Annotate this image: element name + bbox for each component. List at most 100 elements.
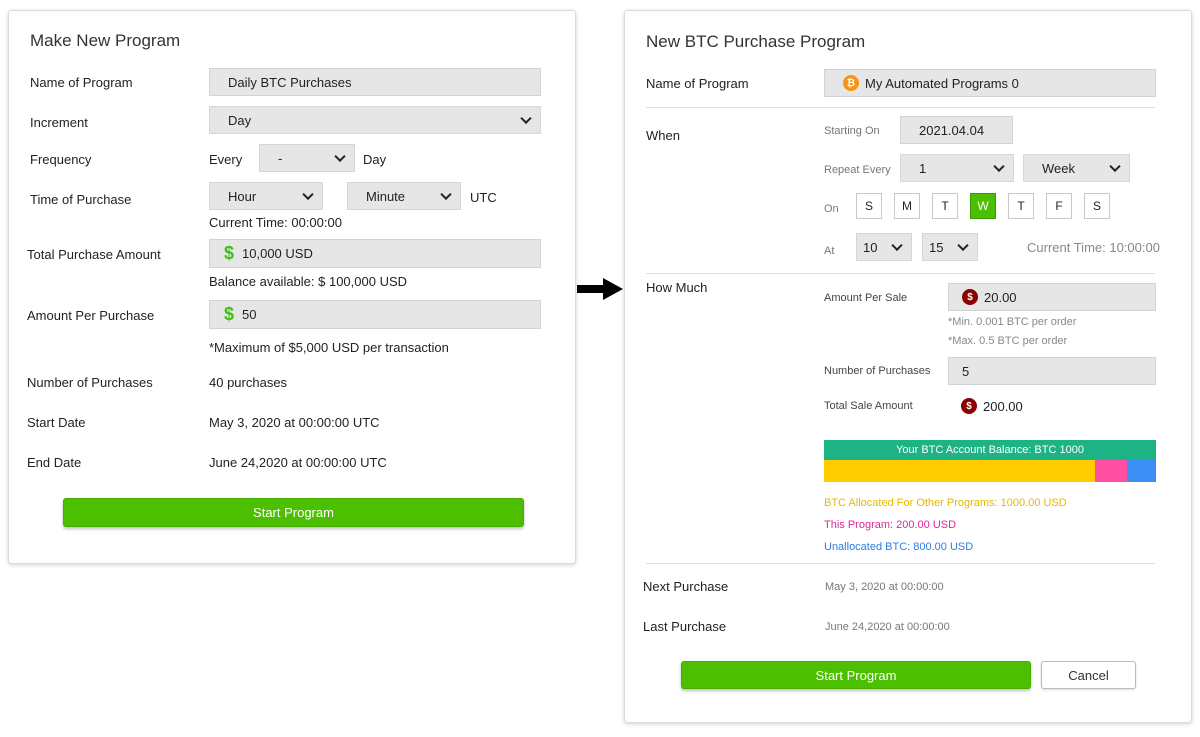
max-transaction-note: *Maximum of $5,000 USD per transaction — [209, 340, 449, 355]
frequency-select[interactable]: - — [259, 144, 355, 172]
last-purchase-value: June 24,2020 at 00:00:00 — [825, 621, 950, 633]
repeat-every-select[interactable]: 1 — [900, 154, 1014, 182]
amount-per-sale-label: Amount Per Sale — [824, 292, 908, 304]
chevron-down-icon — [993, 160, 1005, 173]
next-purchase-value: May 3, 2020 at 00:00:00 — [825, 581, 944, 593]
program-name-label: Name of Program — [30, 75, 133, 90]
last-purchase-label: Last Purchase — [643, 619, 727, 634]
starting-on-input[interactable]: 2021.04.04 — [900, 116, 1013, 144]
start-date-value: May 3, 2020 at 00:00:00 UTC — [209, 415, 380, 430]
at-minute-value: 15 — [929, 239, 944, 255]
panel-title: Make New Program — [30, 31, 181, 50]
start-date-label: Start Date — [27, 415, 86, 430]
next-purchase-label: Next Purchase — [643, 579, 729, 594]
total-sale-amount-value: 200.00 — [983, 398, 1023, 414]
chevron-down-icon — [957, 239, 969, 252]
frequency-unit-label: Day — [363, 152, 387, 167]
how-much-section-label: How Much — [646, 280, 708, 295]
end-date-label: End Date — [27, 455, 82, 470]
hour-value: Hour — [228, 188, 257, 204]
frequency-label: Frequency — [30, 152, 92, 167]
start-program-button[interactable]: Start Program — [681, 661, 1031, 689]
make-new-program-panel: Make New Program Name of Program Daily B… — [8, 10, 576, 564]
starting-on-label: Starting On — [824, 125, 880, 137]
on-label: On — [824, 203, 839, 215]
program-name-input[interactable]: ₿ My Automated Programs 0 — [824, 69, 1156, 97]
arrow-right-icon — [577, 278, 623, 300]
amount-per-sale-input[interactable]: $ 20.00 — [948, 283, 1156, 311]
frequency-value: - — [278, 150, 283, 166]
legend-this-program: This Program: 200.00 USD — [824, 519, 957, 531]
increment-label: Increment — [30, 115, 88, 130]
chevron-down-icon — [440, 188, 452, 201]
divider — [646, 273, 1155, 274]
balance-available-text: Balance available: $ 100,000 USD — [209, 274, 408, 289]
weekday-toggle[interactable]: S — [1084, 193, 1110, 219]
max-order-note: *Max. 0.5 BTC per order — [948, 335, 1068, 347]
current-time-text: Current Time: 10:00:00 — [1027, 240, 1160, 255]
program-name-value: Daily BTC Purchases — [228, 74, 352, 90]
time-of-purchase-label: Time of Purchase — [30, 192, 132, 207]
minute-value: Minute — [366, 188, 406, 204]
amount-per-purchase-value: 50 — [242, 307, 257, 322]
repeat-every-value: 1 — [919, 160, 927, 176]
divider — [646, 107, 1155, 108]
at-minute-select[interactable]: 15 — [922, 233, 978, 261]
new-btc-purchase-program-panel: New BTC Purchase Program Name of Program… — [624, 10, 1192, 723]
increment-select[interactable]: Day — [209, 106, 541, 134]
repeat-unit-select[interactable]: Week — [1023, 154, 1130, 182]
dollar-icon: $ — [962, 289, 978, 305]
legend-unallocated: Unallocated BTC: 800.00 USD — [824, 541, 974, 553]
weekday-toggle[interactable]: W — [970, 193, 996, 219]
panel-title: New BTC Purchase Program — [646, 32, 866, 51]
weekday-toggle[interactable]: S — [856, 193, 882, 219]
total-purchase-input[interactable]: $10,000 USD — [209, 239, 541, 268]
at-label: At — [824, 245, 835, 257]
cancel-button[interactable]: Cancel — [1041, 661, 1136, 689]
total-sale-amount-label: Total Sale Amount — [824, 400, 913, 412]
timezone-label: UTC — [470, 190, 497, 205]
divider — [646, 563, 1155, 564]
dollar-icon: $ — [961, 398, 977, 414]
balance-bar-header: Your BTC Account Balance: BTC 1000 — [824, 440, 1156, 460]
amount-per-sale-value: 20.00 — [984, 289, 1017, 305]
repeat-unit-value: Week — [1042, 160, 1075, 176]
weekday-toggle[interactable]: F — [1046, 193, 1072, 219]
weekday-toggle[interactable]: T — [1008, 193, 1034, 219]
frequency-every-label: Every — [209, 152, 243, 167]
dollar-icon: $ — [224, 243, 235, 263]
current-time-text: Current Time: 00:00:00 — [209, 215, 342, 230]
number-of-purchases-label: Number of Purchases — [824, 365, 931, 377]
at-hour-value: 10 — [863, 239, 878, 255]
weekday-toggle[interactable]: M — [894, 193, 920, 219]
when-section-label: When — [646, 128, 680, 143]
number-of-purchases-value: 40 purchases — [209, 375, 288, 390]
total-sale-amount: $ 200.00 — [961, 398, 1023, 414]
balance-segment-unallocated — [1126, 460, 1156, 482]
total-purchase-label: Total Purchase Amount — [27, 247, 161, 262]
weekday-toggle[interactable]: T — [932, 193, 958, 219]
end-date-value: June 24,2020 at 00:00:00 UTC — [209, 455, 387, 470]
chevron-down-icon — [1109, 160, 1121, 173]
amount-per-purchase-input[interactable]: $50 — [209, 300, 541, 329]
program-name-input[interactable]: Daily BTC Purchases — [209, 68, 541, 96]
number-of-purchases-input[interactable]: 5 — [948, 357, 1156, 385]
bitcoin-icon: ₿ — [843, 75, 859, 91]
number-of-purchases-label: Number of Purchases — [27, 375, 153, 390]
total-purchase-value: 10,000 USD — [242, 246, 313, 261]
start-program-button[interactable]: Start Program — [63, 498, 524, 527]
min-order-note: *Min. 0.001 BTC per order — [948, 316, 1077, 328]
chevron-down-icon — [520, 112, 532, 125]
balance-segment-other — [824, 460, 1095, 482]
legend-other-programs: BTC Allocated For Other Programs: 1000.0… — [824, 497, 1067, 509]
chevron-down-icon — [891, 239, 903, 252]
at-hour-select[interactable]: 10 — [856, 233, 912, 261]
chevron-down-icon — [334, 150, 346, 163]
balance-allocation-bar — [824, 460, 1156, 482]
program-name-value: My Automated Programs 0 — [865, 75, 1019, 91]
starting-on-value: 2021.04.04 — [919, 122, 985, 138]
minute-select[interactable]: Minute — [347, 182, 461, 210]
balance-segment-this — [1095, 460, 1127, 482]
increment-value: Day — [228, 112, 252, 128]
hour-select[interactable]: Hour — [209, 182, 323, 210]
